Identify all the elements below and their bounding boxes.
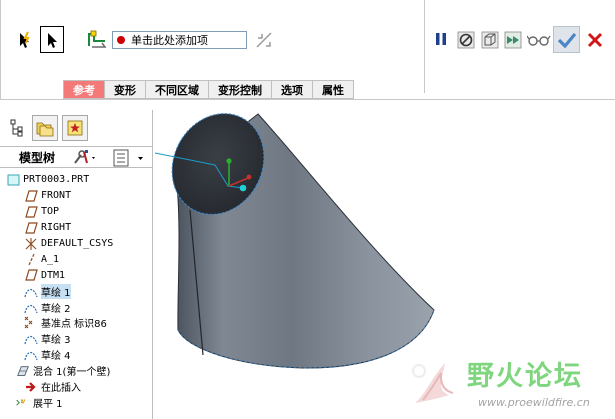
glasses-preview-icon[interactable] xyxy=(527,30,551,50)
folder-browser-tab-icon[interactable] xyxy=(32,115,58,141)
watermark-url: www.proewildfire.cn xyxy=(478,396,590,409)
tree-item-label: 混合 1(第一个壁) xyxy=(33,367,111,379)
dashboard-separator xyxy=(424,0,425,93)
geometry-preview-icon[interactable] xyxy=(480,30,500,50)
tree-item-label: 草绘 4 xyxy=(41,351,71,363)
smart-select-icon[interactable] xyxy=(14,28,36,52)
model-tree-title: 模型树 xyxy=(19,150,56,165)
sketch-icon xyxy=(24,332,38,346)
cancel-x-icon[interactable] xyxy=(585,30,605,50)
tree-item-label: 草绘 2 xyxy=(41,303,71,315)
tree-item-insert-here[interactable]: 在此插入 xyxy=(0,379,153,395)
axis-icon xyxy=(24,252,38,266)
tab-references[interactable]: 参考 xyxy=(63,80,105,99)
feature-dashboard: 单击此处添加项 参考 变形 不同区域 变形控制 选项 属性 xyxy=(0,0,615,100)
tab-properties[interactable]: 属性 xyxy=(313,80,354,99)
tree-item-dtm1[interactable]: DTM1 xyxy=(0,267,153,283)
insert-arrow-icon xyxy=(24,380,38,394)
model-tree-tab-icon[interactable] xyxy=(4,115,30,141)
dashboard-border xyxy=(0,0,1,100)
tree-item-part[interactable]: PRT0003.PRT xyxy=(0,172,153,188)
tree-show-button[interactable] xyxy=(112,149,148,167)
tree-item-right[interactable]: RIGHT xyxy=(0,220,153,236)
flatten-icon xyxy=(16,395,30,409)
dashboard-tabs: 参考 变形 不同区域 变形控制 选项 属性 xyxy=(63,80,354,99)
datum-plane-icon xyxy=(24,221,38,235)
pause-icon[interactable] xyxy=(433,30,449,48)
tree-item-flatten[interactable]: 展平 1 xyxy=(0,394,153,410)
tab-warp[interactable]: 变形 xyxy=(105,80,146,99)
ok-check-icon[interactable] xyxy=(553,26,580,53)
tree-item-label: 草绘 3 xyxy=(41,335,71,347)
tree-item-axis[interactable]: A_1 xyxy=(0,251,153,267)
navigator-panel: 模型树 PRT0003.PRT FRONT TOP RIGHT DEFAULT_… xyxy=(0,110,153,419)
part-icon xyxy=(6,173,20,187)
tree-show-icon xyxy=(113,149,143,167)
tree-item-label: 草绘 1 xyxy=(41,283,71,299)
tree-item-label: TOP xyxy=(41,206,60,218)
navigator-tabs xyxy=(0,110,153,142)
tab-different-areas[interactable]: 不同区域 xyxy=(146,80,209,99)
tree-item-label: RIGHT xyxy=(41,222,72,234)
tree-item-csys[interactable]: DEFAULT_CSYS xyxy=(0,236,153,252)
datum-point-icon xyxy=(24,316,38,330)
collector-status-icon xyxy=(117,36,125,44)
tree-item-sketch-2[interactable]: 草绘 2 xyxy=(0,299,153,315)
tree-item-label: FRONT xyxy=(41,190,72,202)
no-preview-icon[interactable] xyxy=(456,30,476,50)
csys-icon xyxy=(24,237,38,251)
datum-plane-icon xyxy=(24,268,38,282)
favorites-tab-icon[interactable] xyxy=(62,115,88,141)
collector-text: 单击此处添加项 xyxy=(131,34,208,47)
tree-item-label: 展平 1 xyxy=(33,398,63,410)
model-tree-header: 模型树 xyxy=(0,146,153,168)
watermark-text: 野火论坛 xyxy=(467,361,583,392)
tree-item-label: PRT0003.PRT xyxy=(23,174,90,186)
datum-plane-icon xyxy=(24,205,38,219)
tree-item-label: A_1 xyxy=(41,253,60,265)
select-pointer-icon[interactable] xyxy=(40,26,64,53)
tab-options[interactable]: 选项 xyxy=(272,80,313,99)
tree-item-front[interactable]: FRONT xyxy=(0,188,153,204)
verify-preview-icon[interactable] xyxy=(503,30,523,50)
model-tree: PRT0003.PRT FRONT TOP RIGHT DEFAULT_CSYS… xyxy=(0,172,153,410)
tree-item-label: DTM1 xyxy=(41,269,66,281)
tree-item-sketch-1[interactable]: 草绘 1 xyxy=(0,283,153,299)
tree-item-label: DEFAULT_CSYS xyxy=(41,238,114,249)
reference-chain-icon[interactable] xyxy=(86,28,108,50)
sketch-icon xyxy=(24,284,38,298)
tree-settings-button[interactable] xyxy=(72,149,98,167)
sketch-icon xyxy=(24,300,38,314)
tree-item-sketch-3[interactable]: 草绘 3 xyxy=(0,331,153,347)
tree-item-label: 在此插入 xyxy=(41,383,81,395)
blend-icon xyxy=(16,364,30,378)
tree-settings-icon xyxy=(74,150,95,164)
reference-collector[interactable]: 单击此处添加项 xyxy=(112,31,247,49)
tree-item-sketch-4[interactable]: 草绘 4 xyxy=(0,347,153,363)
tab-warp-control[interactable]: 变形控制 xyxy=(209,80,272,99)
tree-item-label: 基准点 标识86 xyxy=(41,319,107,331)
tree-item-datum-point[interactable]: 基准点 标识86 xyxy=(0,315,153,331)
sketch-icon xyxy=(24,348,38,362)
tree-item-blend[interactable]: 混合 1(第一个壁) xyxy=(0,363,153,379)
tree-item-top[interactable]: TOP xyxy=(0,204,153,220)
datum-plane-icon xyxy=(24,189,38,203)
watermark-logo xyxy=(405,355,465,410)
flip-direction-icon[interactable] xyxy=(253,29,275,51)
